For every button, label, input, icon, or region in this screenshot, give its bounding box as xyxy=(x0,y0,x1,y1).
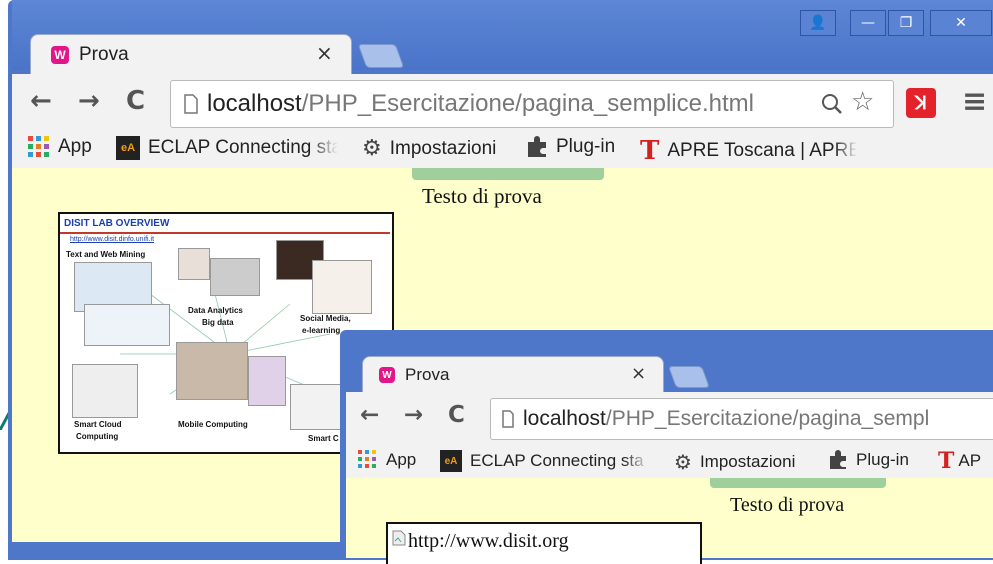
bookmark-label: ECLAP Connecting sta xyxy=(148,137,338,158)
green-bar xyxy=(412,168,604,180)
bookmark-label: ECLAP Connecting sta xyxy=(470,451,644,470)
forward-button[interactable]: → xyxy=(78,86,100,116)
zoom-icon[interactable] xyxy=(821,93,843,115)
minimize-button[interactable]: — xyxy=(850,10,886,36)
inner-forward-button[interactable]: → xyxy=(404,402,423,428)
screenshot-mobile-2 xyxy=(248,356,286,406)
url-host: localhost xyxy=(207,90,302,117)
image-label: Mobile Computing xyxy=(178,420,248,429)
inner-reload-button[interactable]: C xyxy=(448,402,465,428)
inner-broken-image: http://www.disit.org xyxy=(386,522,702,564)
screenshot-data xyxy=(210,258,260,296)
inner-green-bar xyxy=(710,478,886,488)
page-text: Testo di prova xyxy=(422,184,542,208)
bookmark-eclap[interactable]: eA ECLAP Connecting sta xyxy=(116,136,338,160)
bookmark-app[interactable]: App xyxy=(28,136,92,158)
inner-address-bar[interactable]: localhost/PHP_Esercitazione/pagina_sempl xyxy=(490,398,993,440)
bookmark-label: Plug-in xyxy=(856,450,909,469)
puzzle-icon xyxy=(830,450,846,469)
image-label: Data Analytics xyxy=(188,306,243,315)
address-bar[interactable]: localhost/PHP_Esercitazione/pagina_sempl… xyxy=(170,80,894,128)
apre-t-icon: T xyxy=(640,136,660,166)
bookmark-apre[interactable]: T APRE Toscana | APRE xyxy=(640,136,857,166)
screenshot-smart-city xyxy=(290,384,342,430)
bookmark-label: App xyxy=(386,450,417,469)
page-icon xyxy=(502,410,514,428)
image-label: Social Media, xyxy=(300,314,351,323)
eclap-icon: eA xyxy=(116,136,140,160)
image-label: Computing xyxy=(76,432,119,441)
inner-bookmark-eclap[interactable]: eA ECLAP Connecting sta xyxy=(440,450,650,472)
wamp-favicon-icon: W xyxy=(51,46,69,64)
close-window-button[interactable]: ✕ xyxy=(930,10,992,36)
bookmark-label: Plug-in xyxy=(556,136,616,157)
bookmark-impostazioni[interactable]: ⚙ Impostazioni xyxy=(362,136,496,161)
inner-tab-close-icon[interactable]: × xyxy=(631,363,646,384)
gear-icon: ⚙ xyxy=(362,136,382,161)
tab-close-icon[interactable]: × xyxy=(316,41,333,65)
bookmark-label: AP xyxy=(958,451,982,470)
inner-tab-prova[interactable]: W Prova × xyxy=(362,356,664,393)
inner-tab-title: Prova xyxy=(405,365,450,384)
page-icon xyxy=(184,94,198,114)
user-profile-button[interactable]: 👤 xyxy=(800,10,836,36)
bookmark-star-icon[interactable]: ☆ xyxy=(851,87,874,117)
broken-image-icon xyxy=(392,530,406,546)
apps-grid-icon xyxy=(28,136,49,157)
image-label: Smart C xyxy=(308,434,339,443)
inner-url-host: localhost xyxy=(523,407,606,430)
screenshot-analysis xyxy=(84,304,170,346)
inner-bookmark-app[interactable]: App xyxy=(358,450,416,470)
tab-prova[interactable]: W Prova × xyxy=(30,34,352,75)
maximize-button[interactable]: ❐ xyxy=(888,10,924,36)
inner-bookmark-apre[interactable]: T AP xyxy=(938,448,981,474)
gear-icon: ⚙ xyxy=(674,450,692,474)
bookmark-label: Impostazioni xyxy=(699,452,796,471)
puzzle-icon xyxy=(528,136,546,157)
apps-grid-icon xyxy=(358,450,376,468)
inner-bookmark-plugin[interactable]: Plug-in xyxy=(828,450,909,470)
image-label: Text and Web Mining xyxy=(66,250,146,259)
url-path: /PHP_Esercitazione/pagina_semplice.html xyxy=(301,90,754,117)
eclap-icon: eA xyxy=(440,450,462,472)
screenshot-social xyxy=(312,260,372,314)
bookmark-plugin[interactable]: Plug-in xyxy=(526,136,615,158)
image-label: Big data xyxy=(202,318,234,327)
menu-button[interactable]: ≡ xyxy=(962,84,987,119)
back-button[interactable]: ← xyxy=(30,86,52,116)
avira-extension-icon[interactable]: ꓘ xyxy=(906,88,936,118)
bookmark-label: APRE Toscana | APRE xyxy=(667,140,858,161)
bookmark-label: Impostazioni xyxy=(389,137,497,159)
bookmark-label: App xyxy=(58,136,92,157)
wamp-favicon-icon: W xyxy=(379,367,395,383)
screenshot-cloud xyxy=(72,364,138,418)
reload-button[interactable]: C xyxy=(126,86,145,116)
apre-t-icon: T xyxy=(938,448,955,474)
broken-image-alt: http://www.disit.org xyxy=(408,530,569,552)
image-label: e-learning xyxy=(302,326,341,335)
inner-bookmark-impostazioni[interactable]: ⚙ Impostazioni xyxy=(674,450,795,474)
inner-url-path: /PHP_Esercitazione/pagina_sempl xyxy=(605,407,930,430)
inner-back-button[interactable]: ← xyxy=(360,402,379,428)
inner-page-text: Testo di prova xyxy=(730,494,845,516)
screenshot-mobile xyxy=(176,342,248,400)
tab-title: Prova xyxy=(79,44,129,65)
image-label: Smart Cloud xyxy=(74,420,122,429)
screenshot-web xyxy=(178,248,210,280)
